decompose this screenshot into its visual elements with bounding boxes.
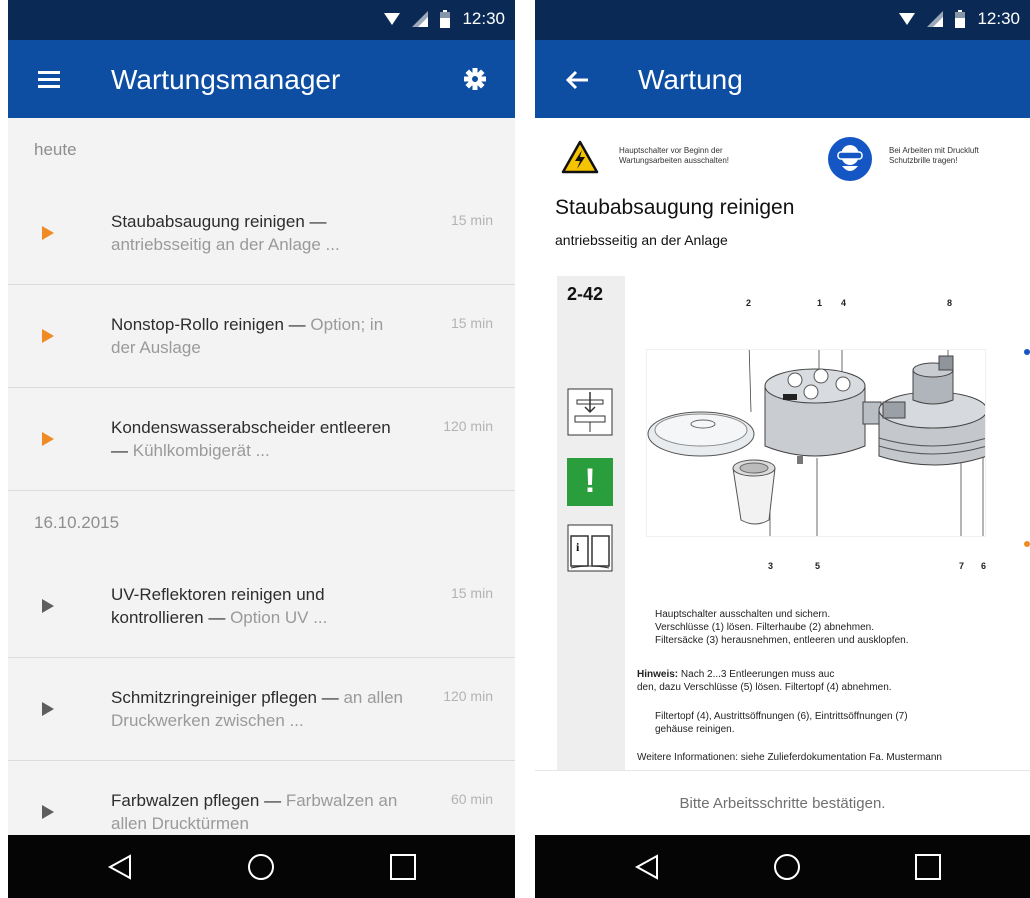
app-title: Wartung	[638, 64, 743, 95]
item-title: Staubabsaugung reinigen	[111, 212, 305, 231]
system-nav-bar	[8, 835, 515, 898]
maintenance-list: heute Staubabsaugung reinigen — antriebs…	[8, 118, 515, 864]
list-item[interactable]: Schmitzringreiniger pflegen — an allen D…	[8, 658, 515, 761]
press-symbol-icon	[567, 388, 613, 436]
item-title: Farbwalzen pflegen	[111, 791, 260, 810]
phone-maintenance-list: 12:30 Wartungsmanager heute Staubabsaugu…	[8, 0, 515, 898]
play-icon	[42, 329, 54, 343]
item-duration: 15 min	[450, 212, 493, 228]
section-header-today: heute	[34, 140, 77, 159]
item-duration: 15 min	[450, 585, 493, 601]
app-bar: Wartung	[535, 40, 1030, 118]
list-item[interactable]: Kondenswasserabscheider entleeren — Kühl…	[8, 388, 515, 491]
nav-home-icon[interactable]	[247, 853, 275, 881]
dust-extractor-illustration	[647, 350, 985, 536]
nav-back-icon[interactable]	[633, 853, 661, 881]
list-item[interactable]: Nonstop-Rollo reinigen — Option; in der …	[8, 285, 515, 388]
system-nav-bar	[535, 835, 1030, 898]
item-title: Kondenswasserabscheider entleeren	[111, 418, 391, 437]
nav-recents-icon[interactable]	[914, 853, 942, 881]
item-detail: antriebsseitig an der Anlage ...	[111, 235, 340, 254]
hint-note: Hinweis: Nach 2...3 Entleerungen muss au…	[637, 668, 1027, 694]
gear-icon[interactable]	[461, 65, 489, 93]
callout-number: 2	[746, 298, 752, 308]
item-detail: Kühlkombigerät ...	[132, 441, 270, 460]
warning-text-line: Hauptschalter vor Beginn der	[619, 146, 723, 155]
play-icon	[42, 226, 54, 240]
hint-text: Nach 2...3 Entleerungen muss auc	[680, 669, 835, 680]
warning-text-line: Bei Arbeiten mit Druckluft	[889, 146, 979, 155]
hint-text-line2: den, dazu Verschlüsse (5) lösen. Filtert…	[637, 682, 892, 693]
item-title: Schmitzringreiniger pflegen	[111, 688, 317, 707]
menu-icon[interactable]	[36, 67, 66, 93]
callout-number: 1	[817, 298, 823, 308]
warning-text-line: Wartungsarbeiten ausschalten!	[619, 156, 729, 165]
nav-back-icon[interactable]	[106, 853, 134, 881]
back-arrow-icon[interactable]	[563, 67, 593, 93]
signal-icon	[412, 11, 429, 27]
callout-number: 6	[981, 561, 987, 571]
status-bar: 12:30	[8, 0, 515, 40]
wifi-icon	[899, 13, 916, 25]
edge-marker	[1024, 349, 1030, 355]
procedure-code: 2-42	[567, 284, 604, 304]
item-duration: 120 min	[443, 688, 493, 704]
play-icon	[42, 599, 54, 613]
instruction-step: Hauptschalter ausschalten und sichern.	[655, 609, 831, 620]
callout-number: 3	[768, 561, 774, 571]
callout-number: 5	[815, 561, 821, 571]
wifi-icon	[384, 13, 401, 25]
edge-marker	[1024, 541, 1030, 547]
app-bar: Wartungsmanager	[8, 40, 515, 118]
nav-home-icon[interactable]	[773, 853, 801, 881]
maintenance-instruction-sheet: Hauptschalter vor Beginn der Wartungsarb…	[535, 118, 1030, 770]
play-icon	[42, 702, 54, 716]
instruction-step: Verschlüsse (1) lösen. Filterhaube (2) a…	[655, 622, 875, 633]
nav-recents-icon[interactable]	[389, 853, 417, 881]
instruction-step: Filtersäcke (3) herausnehmen, entleeren …	[655, 635, 909, 646]
list-item[interactable]: Staubabsaugung reinigen — antriebsseitig…	[8, 182, 515, 285]
task-subtitle: antriebsseitig an der Anlage	[555, 232, 728, 248]
app-title: Wartungsmanager	[111, 64, 341, 95]
callout-number: 8	[947, 298, 953, 308]
section-header-date: 16.10.2015	[34, 513, 120, 532]
warning-text-line: Schutzbrille tragen!	[889, 156, 958, 165]
battery-icon	[440, 10, 451, 28]
high-voltage-warning-icon	[561, 140, 599, 174]
cleaning-step: Filtertopf (4), Austrittsöffnungen (6), …	[655, 711, 908, 722]
list-item[interactable]: UV-Reflektoren reinigen und kontrolliere…	[8, 555, 515, 658]
status-bar: 12:30	[535, 0, 1030, 40]
item-detail: Option UV ...	[230, 608, 328, 627]
safety-goggles-icon	[828, 137, 872, 181]
status-time: 12:30	[977, 9, 1020, 28]
item-title: Nonstop-Rollo reinigen	[111, 315, 284, 334]
item-duration: 120 min	[443, 418, 493, 434]
attention-icon: !	[567, 458, 613, 506]
phone-maintenance-detail: 12:30 Wartung Hauptschalter vor Beginn d…	[535, 0, 1030, 898]
battery-icon	[955, 10, 966, 28]
manual-book-icon: i	[567, 524, 613, 572]
cleaning-step: gehäuse reinigen.	[655, 724, 735, 735]
task-title: Staubabsaugung reinigen	[555, 196, 795, 219]
more-info-text: Weitere Informationen: siehe Zulieferdok…	[637, 752, 942, 763]
item-duration: 60 min	[450, 791, 493, 807]
play-icon	[42, 432, 54, 446]
symbol-strip: 2-42 ! i	[557, 276, 625, 770]
callout-number: 7	[959, 561, 965, 571]
hint-label: Hinweis:	[637, 669, 679, 680]
status-time: 12:30	[462, 9, 505, 28]
signal-icon	[927, 11, 944, 27]
callout-number: 4	[841, 298, 847, 308]
play-icon	[42, 805, 54, 819]
item-duration: 15 min	[450, 315, 493, 331]
confirm-steps-button[interactable]: Bitte Arbeitsschritte bestätigen.	[535, 770, 1030, 836]
